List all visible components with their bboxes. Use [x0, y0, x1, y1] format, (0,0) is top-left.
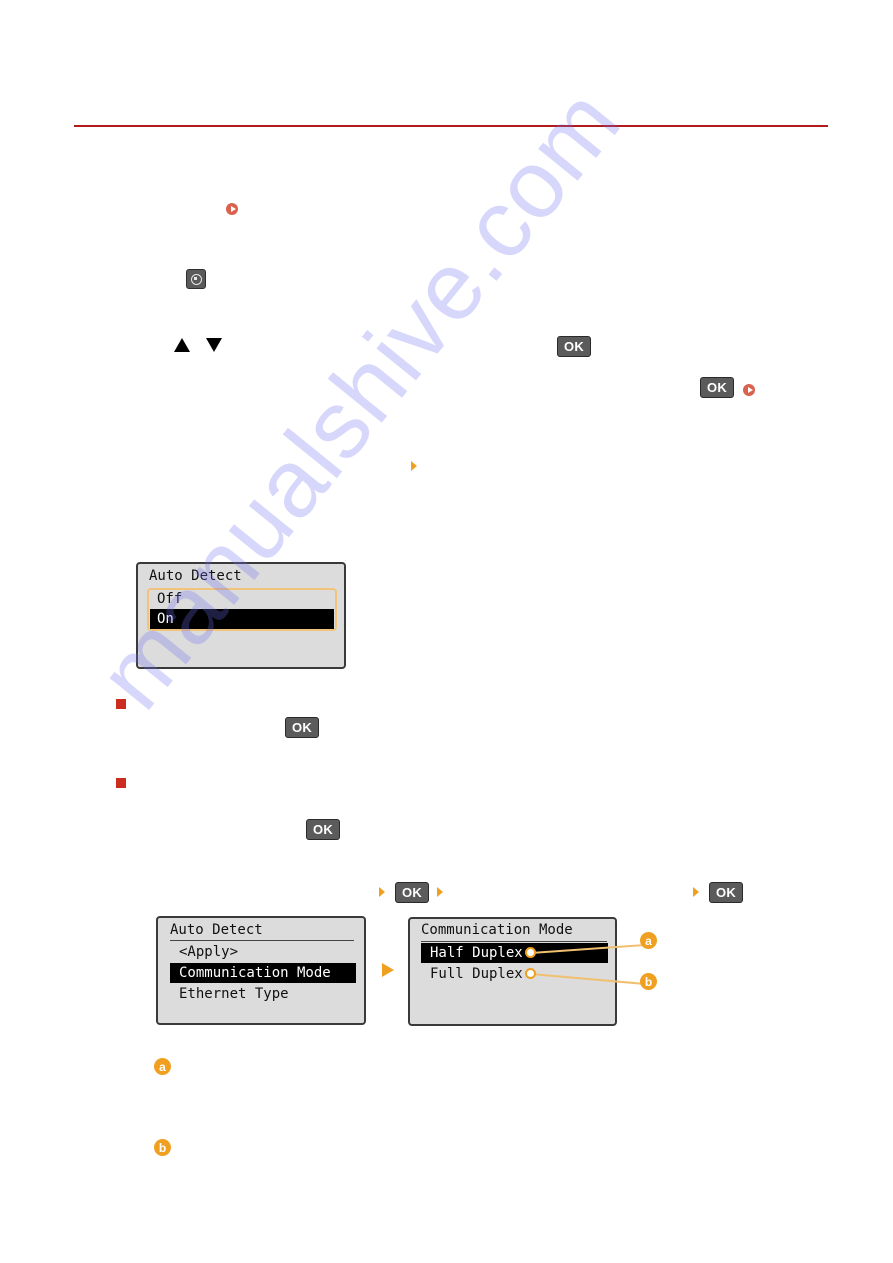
- section-bullet-icon: [116, 778, 126, 788]
- callout-anchor-b: [525, 968, 536, 979]
- lcd-screen-communication-mode: Communication Mode Half Duplex Full Dupl…: [408, 917, 617, 1026]
- lcd-title: Communication Mode: [421, 922, 573, 938]
- ok-key-icon: OK: [395, 882, 429, 903]
- ok-key-icon: OK: [306, 819, 340, 840]
- callout-badge-b: b: [640, 973, 657, 990]
- lcd-option-on[interactable]: On: [150, 609, 334, 629]
- down-arrow-key-icon: [206, 338, 222, 352]
- lcd-option-full-duplex[interactable]: Full Duplex: [421, 964, 608, 984]
- lcd-title-underline: [170, 940, 354, 941]
- lcd-title-underline: [421, 941, 607, 942]
- ok-key-icon: OK: [285, 717, 319, 738]
- link-arrow-icon[interactable]: [226, 203, 238, 215]
- step-arrow-icon: [379, 887, 385, 897]
- legend-badge-a: a: [154, 1058, 171, 1075]
- step-arrow-icon: [437, 887, 443, 897]
- lcd-screen-auto-detect: Auto Detect Off On: [136, 562, 346, 669]
- ok-key-icon: OK: [709, 882, 743, 903]
- ok-key-icon: OK: [700, 377, 734, 398]
- lcd-menu-item-ethernet-type[interactable]: Ethernet Type: [170, 984, 356, 1004]
- step-arrow-icon: [382, 963, 394, 977]
- lcd-screen-auto-detect-menu: Auto Detect <Apply> Communication Mode E…: [156, 916, 366, 1025]
- lcd-menu-item-communication-mode[interactable]: Communication Mode: [170, 963, 356, 983]
- step-arrow-icon: [693, 887, 699, 897]
- lcd-option-off[interactable]: Off: [150, 589, 334, 609]
- lcd-title: Auto Detect: [170, 922, 263, 938]
- ok-key-icon: OK: [557, 336, 591, 357]
- menu-key-icon: [186, 269, 206, 289]
- section-divider: [74, 125, 828, 127]
- legend-badge-b: b: [154, 1139, 171, 1156]
- step-arrow-icon: [411, 461, 417, 471]
- callout-badge-a: a: [640, 932, 657, 949]
- up-arrow-key-icon: [174, 338, 190, 352]
- lcd-option-half-duplex[interactable]: Half Duplex: [421, 943, 608, 963]
- lcd-menu-item-apply[interactable]: <Apply>: [170, 942, 356, 962]
- callout-anchor-a: [525, 947, 536, 958]
- lcd-title: Auto Detect: [149, 568, 242, 584]
- link-arrow-icon[interactable]: [743, 384, 755, 396]
- section-bullet-icon: [116, 699, 126, 709]
